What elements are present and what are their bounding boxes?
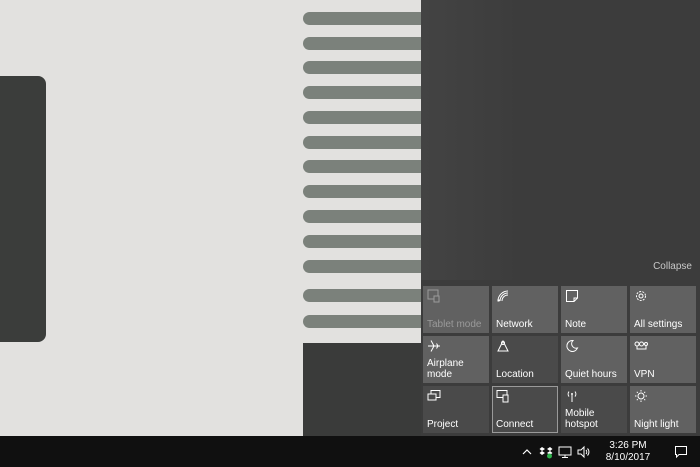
night-light-icon [635,390,647,402]
clock-time: 3:26 PM [609,439,647,451]
stripe [303,289,421,302]
stripe [303,210,421,223]
chevron-up-icon[interactable] [519,444,535,460]
tablet-mode-icon [427,289,440,303]
clock-date: 8/10/2017 [605,451,651,463]
tile-quiet-hours[interactable]: Quiet hours [561,336,627,383]
stripe [303,111,421,124]
tile-location[interactable]: Location [492,336,558,383]
quick-actions-grid: Tablet mode Network Note All settings Ai… [423,286,698,434]
action-center-blur [421,0,521,280]
connect-icon [496,390,509,403]
stripe [303,12,421,25]
stripe [303,136,421,149]
note-icon [566,290,578,302]
stripe [303,315,421,328]
tile-label: Mobile hotspot [565,408,598,430]
collapse-link[interactable]: Collapse [653,261,692,272]
airplane-icon [428,340,440,352]
tile-label: VPN [634,369,655,380]
tile-mobile-hotspot[interactable]: Mobile hotspot [561,386,627,433]
action-center: Collapse Tablet mode Network Note All se… [421,0,700,436]
action-center-button[interactable] [662,436,700,467]
dropbox-icon[interactable] [538,444,554,460]
tile-vpn[interactable]: VPN [630,336,696,383]
tile-label: All settings [634,319,683,330]
location-icon [497,339,509,352]
tile-label: Project [427,419,459,430]
tile-night-light[interactable]: Night light [630,386,696,433]
tile-all-settings[interactable]: All settings [630,286,696,333]
desktop-dark-block [303,343,421,436]
mobile-hotspot-icon [567,391,577,402]
tile-label: Quiet hours [565,369,617,380]
action-center-icon [675,445,687,458]
tile-label: Tablet mode [427,319,482,330]
stripe [303,61,421,74]
tile-label: Connect [496,419,534,430]
stripe [303,185,421,198]
tile-airplane-mode[interactable]: Airplane mode [423,336,489,383]
tile-label: Night light [634,419,679,430]
tile-label: Note [565,319,587,330]
stripe [303,260,421,273]
project-icon [427,390,441,401]
quiet-hours-icon [566,339,579,352]
taskbar: 3:26 PM 8/10/2017 [0,436,700,467]
stripe [303,160,421,173]
tile-note[interactable]: Note [561,286,627,333]
taskbar-clock[interactable]: 3:26 PM 8/10/2017 [598,440,658,464]
volume-icon[interactable] [576,444,592,460]
vpn-icon [634,341,648,350]
network-wired-icon[interactable] [557,444,573,460]
tile-network[interactable]: Network [492,286,558,333]
tile-label: Network [496,319,533,330]
tile-connect[interactable]: Connect [492,386,558,433]
stripe [303,37,421,50]
desktop-dark-panel [0,76,46,342]
stripe [303,235,421,248]
system-tray: 3:26 PM 8/10/2017 [516,436,700,467]
settings-icon [636,291,646,301]
tile-tablet-mode[interactable]: Tablet mode [423,286,489,333]
network-icon [497,290,509,302]
desktop-stripes [303,0,421,340]
tile-project[interactable]: Project [423,386,489,433]
tile-label: Airplane mode [427,358,464,380]
stripe [303,86,421,99]
tile-label: Location [496,369,534,380]
